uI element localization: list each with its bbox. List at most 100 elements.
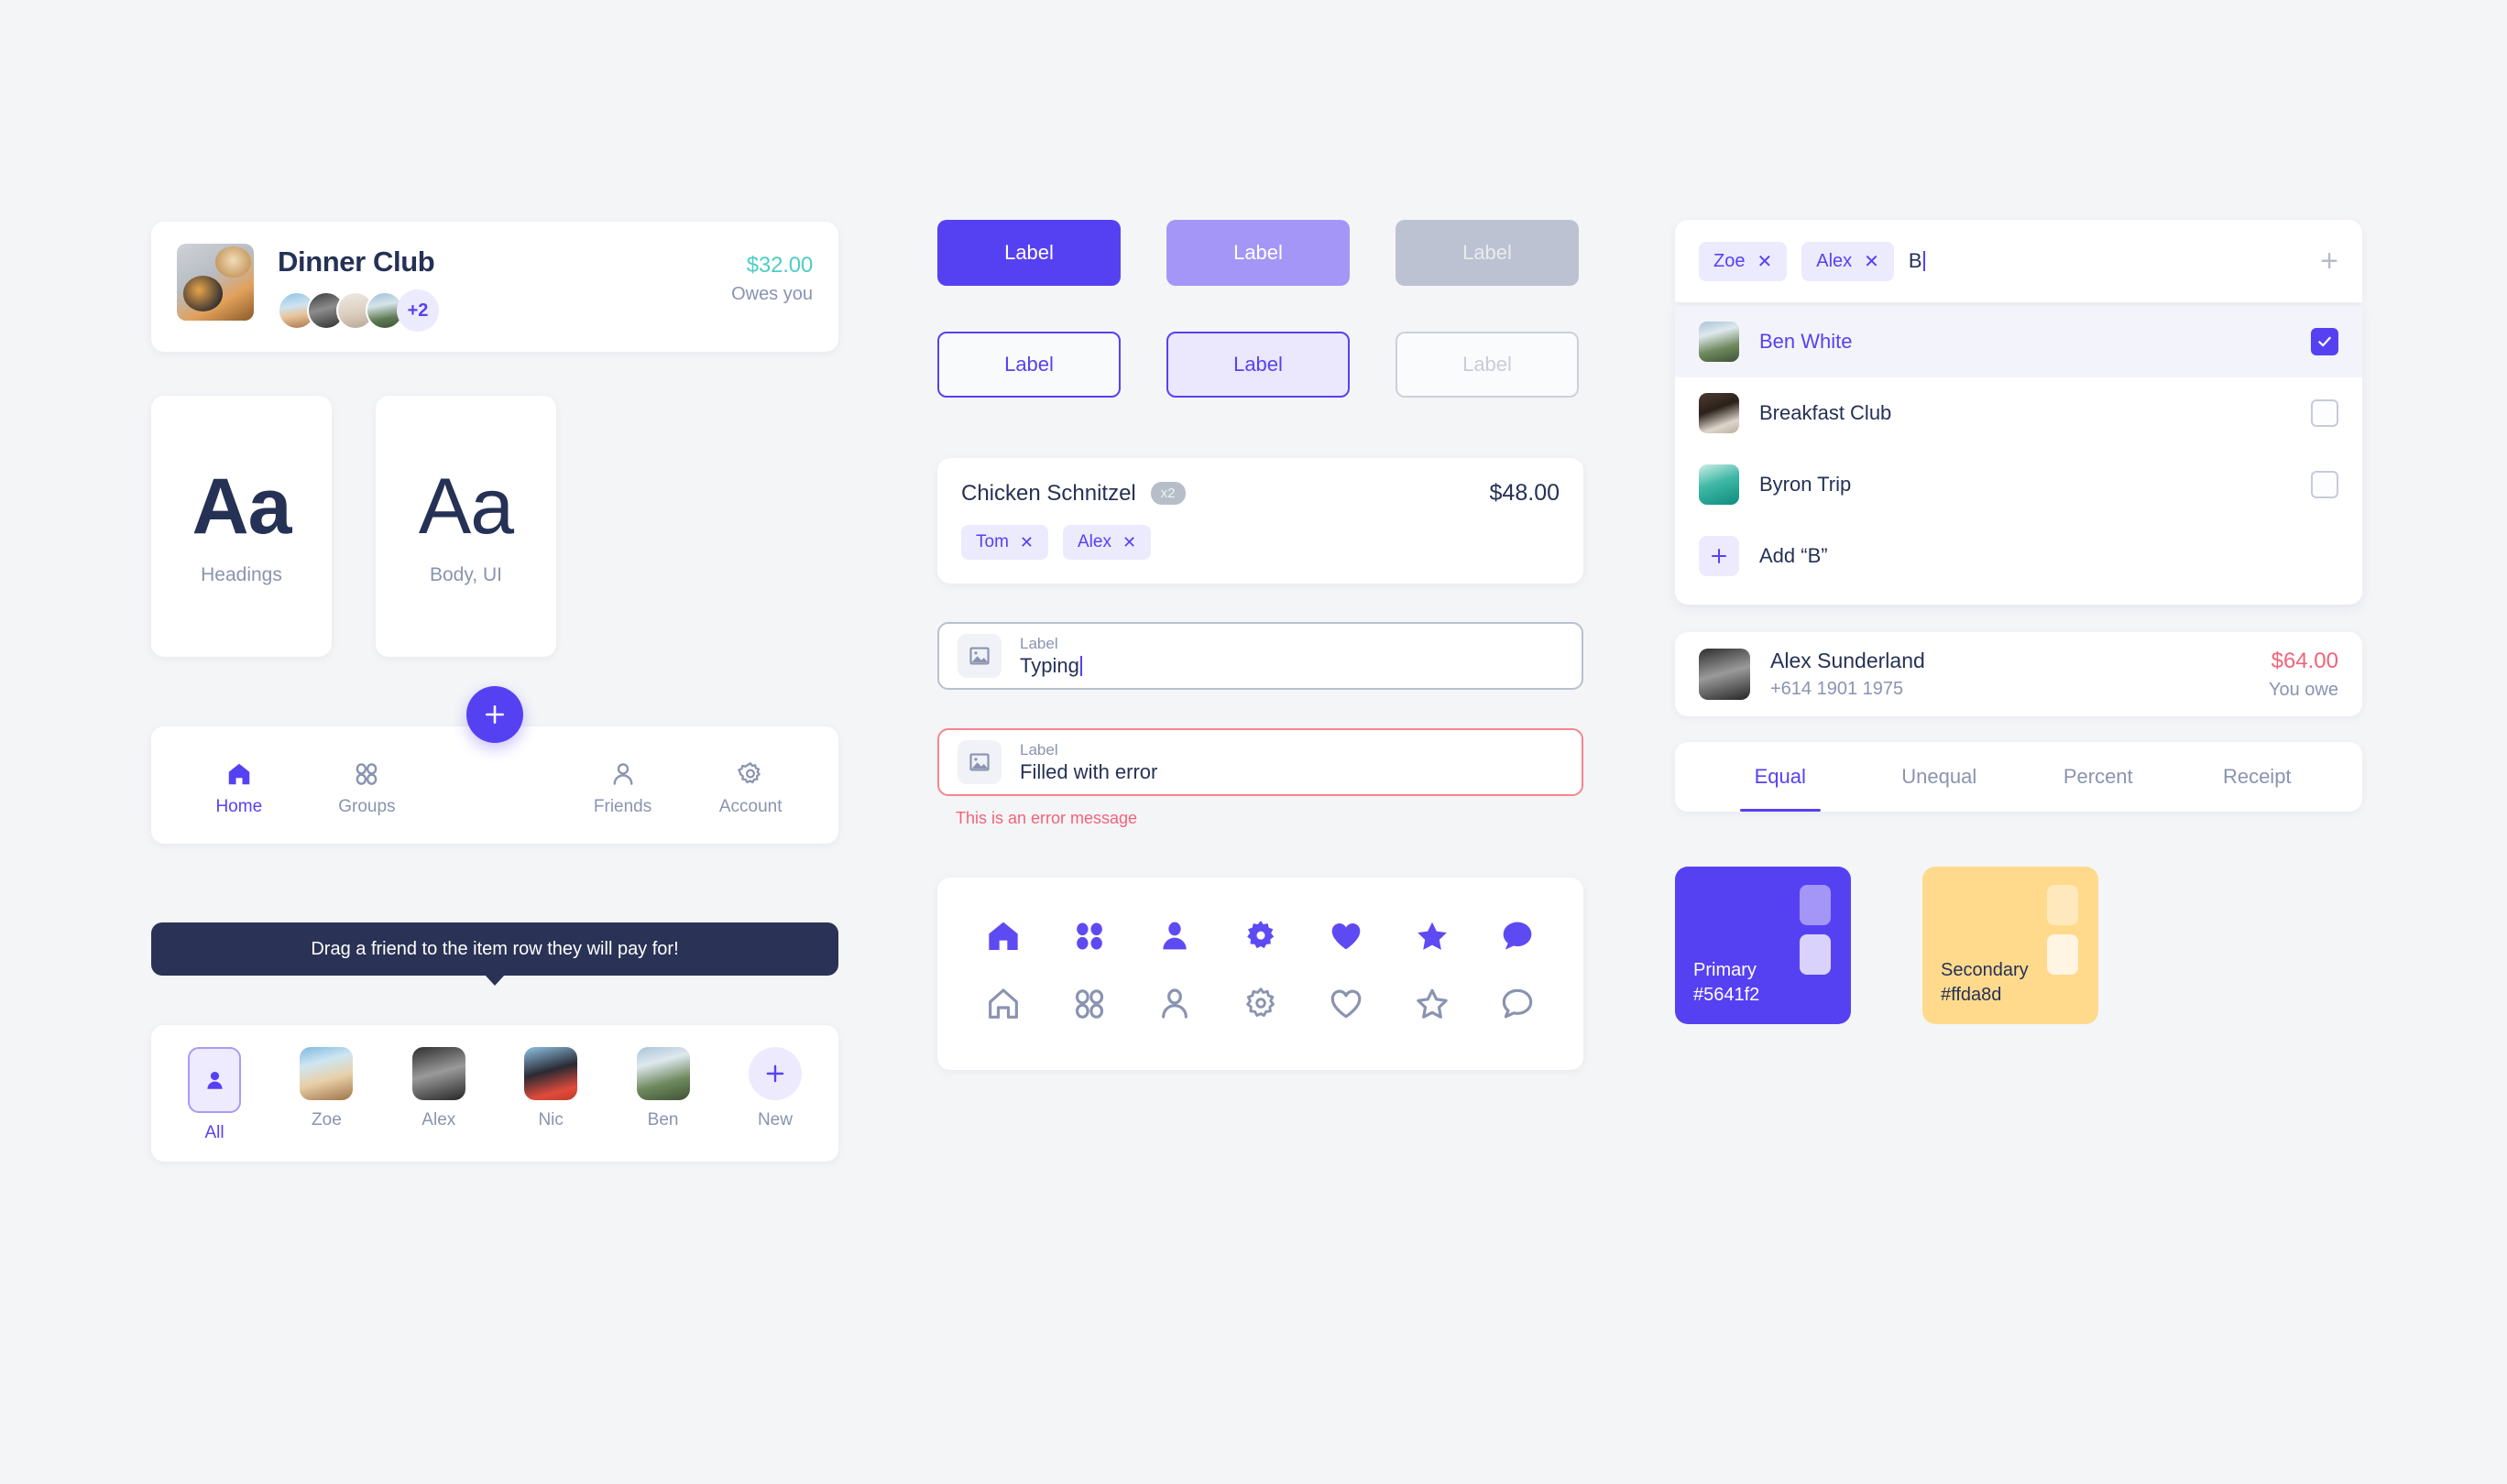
- text-field-error[interactable]: Label Filled with error: [937, 728, 1583, 796]
- plus-icon[interactable]: +: [2320, 246, 2338, 277]
- person-amount: $64.00: [2271, 648, 2338, 673]
- grid-icon[interactable]: [1071, 986, 1108, 1022]
- grid-icon[interactable]: [1071, 918, 1108, 955]
- list-item-label: Ben White: [1759, 330, 1853, 353]
- design-system-canvas: Dinner Club +2 $32.00 Owes you Aa Headin…: [0, 0, 2507, 1484]
- star-icon[interactable]: [1414, 986, 1451, 1022]
- token-alex[interactable]: Alex ✕: [1801, 241, 1894, 281]
- text-field-content: Label Filled with error: [1020, 741, 1157, 784]
- swatch-secondary: Secondary #ffda8d: [1922, 867, 2098, 1024]
- avatar: [300, 1047, 354, 1100]
- chip-alex[interactable]: Alex ✕: [1063, 525, 1152, 560]
- text-field-focused[interactable]: Label Typing: [937, 622, 1583, 690]
- plus-icon-glyph: [1712, 549, 1726, 563]
- tab-label: Account: [718, 797, 783, 816]
- bottom-navigation: Home Groups Friends Account: [151, 686, 838, 844]
- tab-unequal[interactable]: Unequal: [1860, 742, 2020, 812]
- group-balance: $32.00 Owes you: [731, 244, 813, 305]
- home-icon[interactable]: [985, 918, 1022, 955]
- add-fab-button[interactable]: [466, 686, 523, 743]
- gear-icon: [738, 762, 761, 784]
- text-field-label: Label: [1020, 634, 1058, 652]
- heart-icon[interactable]: [1328, 918, 1364, 955]
- tab-percent[interactable]: Percent: [2019, 742, 2178, 812]
- sidebar-item-groups[interactable]: Groups: [303, 760, 432, 817]
- button-outline-selected[interactable]: Label: [1166, 332, 1350, 398]
- button-primary[interactable]: Label: [937, 220, 1121, 286]
- plus-icon: [766, 1064, 784, 1083]
- close-icon[interactable]: ✕: [1864, 250, 1879, 273]
- close-icon[interactable]: ✕: [1020, 533, 1034, 552]
- friend-chip-alex[interactable]: Alex: [400, 1047, 478, 1143]
- gear-icon[interactable]: [1243, 986, 1279, 1022]
- gear-icon[interactable]: [1243, 918, 1279, 955]
- chat-icon[interactable]: [1499, 986, 1536, 1022]
- person-card[interactable]: Alex Sunderland +614 1901 1975 $64.00 Yo…: [1675, 632, 2362, 716]
- home-icon[interactable]: [985, 986, 1022, 1022]
- sidebar-item-friends[interactable]: Friends: [559, 760, 687, 817]
- person-phone: +614 1901 1975: [1770, 679, 1904, 699]
- person-balance: $64.00 You owe: [2269, 649, 2338, 701]
- friend-label: Alex: [421, 1110, 456, 1129]
- button-outline[interactable]: Label: [937, 332, 1121, 398]
- plus-icon: [486, 705, 504, 724]
- friend-chip-ben[interactable]: Ben: [624, 1047, 703, 1143]
- list-item-label: Add “B”: [1759, 544, 1828, 567]
- item-row-card[interactable]: Chicken Schnitzel x2 $48.00 Tom ✕ Alex ✕: [937, 458, 1583, 584]
- icon-row-outline: [985, 986, 1536, 1022]
- text-field-value: Filled with error: [1020, 759, 1158, 783]
- star-icon[interactable]: [1414, 918, 1451, 955]
- avatar-overflow-badge: +2: [397, 289, 439, 332]
- swatch-tint-1: [1800, 885, 1831, 925]
- search-input-text[interactable]: B: [1909, 249, 1925, 273]
- checkbox[interactable]: [2311, 399, 2338, 427]
- checkbox[interactable]: [2311, 471, 2338, 498]
- token-search-input[interactable]: Zoe ✕ Alex ✕ B +: [1675, 220, 2362, 302]
- token-zoe[interactable]: Zoe ✕: [1699, 241, 1788, 281]
- button-primary-light[interactable]: Label: [1166, 220, 1350, 286]
- text-field-value: Typing: [1020, 654, 1082, 678]
- group-amount-caption: Owes you: [731, 284, 813, 304]
- friend-chip-nic[interactable]: Nic: [511, 1047, 590, 1143]
- sidebar-item-account[interactable]: Account: [686, 760, 815, 817]
- checkbox[interactable]: [2311, 328, 2338, 355]
- list-item[interactable]: Byron Trip: [1675, 449, 2362, 520]
- error-message: This is an error message: [956, 809, 1138, 827]
- friend-picker: All Zoe Alex Nic Ben New: [151, 1025, 838, 1162]
- close-icon[interactable]: ✕: [1122, 533, 1136, 552]
- list-item-add[interactable]: Add “B”: [1675, 520, 2362, 592]
- avatar: [636, 1047, 690, 1100]
- close-icon[interactable]: ✕: [1757, 250, 1772, 273]
- friend-chip-new[interactable]: New: [736, 1047, 815, 1143]
- avatar: [524, 1047, 578, 1100]
- friend-label: New: [757, 1110, 793, 1129]
- chat-icon[interactable]: [1499, 918, 1536, 955]
- item-row-header: Chicken Schnitzel x2 $48.00: [961, 480, 1560, 507]
- list-item[interactable]: Breakfast Club: [1675, 377, 2362, 449]
- sidebar-item-home[interactable]: Home: [175, 760, 303, 817]
- image-icon: [958, 740, 1002, 784]
- text-caret: [1079, 655, 1082, 676]
- chip-tom[interactable]: Tom ✕: [961, 525, 1048, 560]
- person-icon[interactable]: [1156, 918, 1193, 955]
- person-icon: [613, 763, 633, 785]
- icon-row-filled: [985, 918, 1536, 955]
- person-icon[interactable]: [1156, 986, 1193, 1022]
- swatch-tint-1: [2047, 885, 2078, 925]
- group-card[interactable]: Dinner Club +2 $32.00 Owes you: [151, 222, 838, 352]
- group-title: Dinner Club: [278, 246, 435, 278]
- add-friend-button[interactable]: [748, 1047, 802, 1100]
- heart-icon[interactable]: [1328, 986, 1364, 1022]
- friend-chip-all[interactable]: All: [175, 1047, 254, 1143]
- person-info: Alex Sunderland +614 1901 1975: [1750, 649, 1925, 700]
- button-grid: Label Label Label Label Label Label: [937, 220, 1583, 398]
- tab-equal[interactable]: Equal: [1701, 742, 1860, 812]
- list-item[interactable]: Ben White: [1675, 306, 2362, 377]
- person-amount-caption: You owe: [2269, 679, 2338, 700]
- tab-receipt[interactable]: Receipt: [2178, 742, 2337, 812]
- tab-label: Groups: [338, 797, 396, 816]
- home-icon: [228, 763, 250, 785]
- friend-chip-zoe[interactable]: Zoe: [287, 1047, 366, 1143]
- group-info: Dinner Club +2: [254, 244, 731, 332]
- avatar: [1699, 464, 1739, 505]
